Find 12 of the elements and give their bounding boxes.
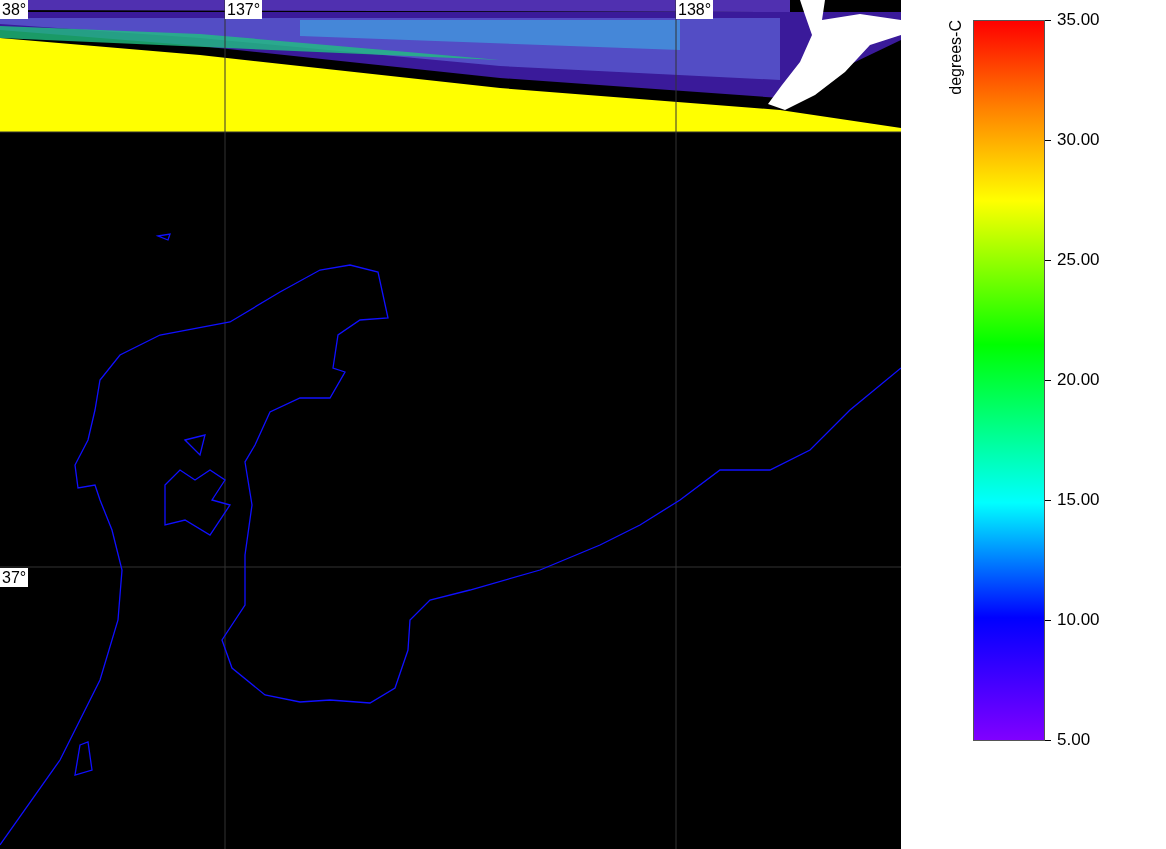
- scale-tick-label: 5.00: [1057, 730, 1091, 750]
- latitude-label: 38°: [0, 0, 29, 19]
- latitude-label: 37°: [0, 568, 29, 587]
- longitude-label: 138°: [676, 0, 714, 19]
- legend-title: degrees-C: [947, 20, 965, 95]
- scale-tick-label: 35.00: [1057, 10, 1100, 30]
- scale-tick-label: 30.00: [1057, 130, 1100, 150]
- scale-tick-label: 15.00: [1057, 490, 1100, 510]
- scale-tick-label: 10.00: [1057, 610, 1100, 630]
- scale-tick-label: 25.00: [1057, 250, 1100, 270]
- longitude-label: 137°: [225, 0, 263, 19]
- scale-tick-label: 20.00: [1057, 370, 1100, 390]
